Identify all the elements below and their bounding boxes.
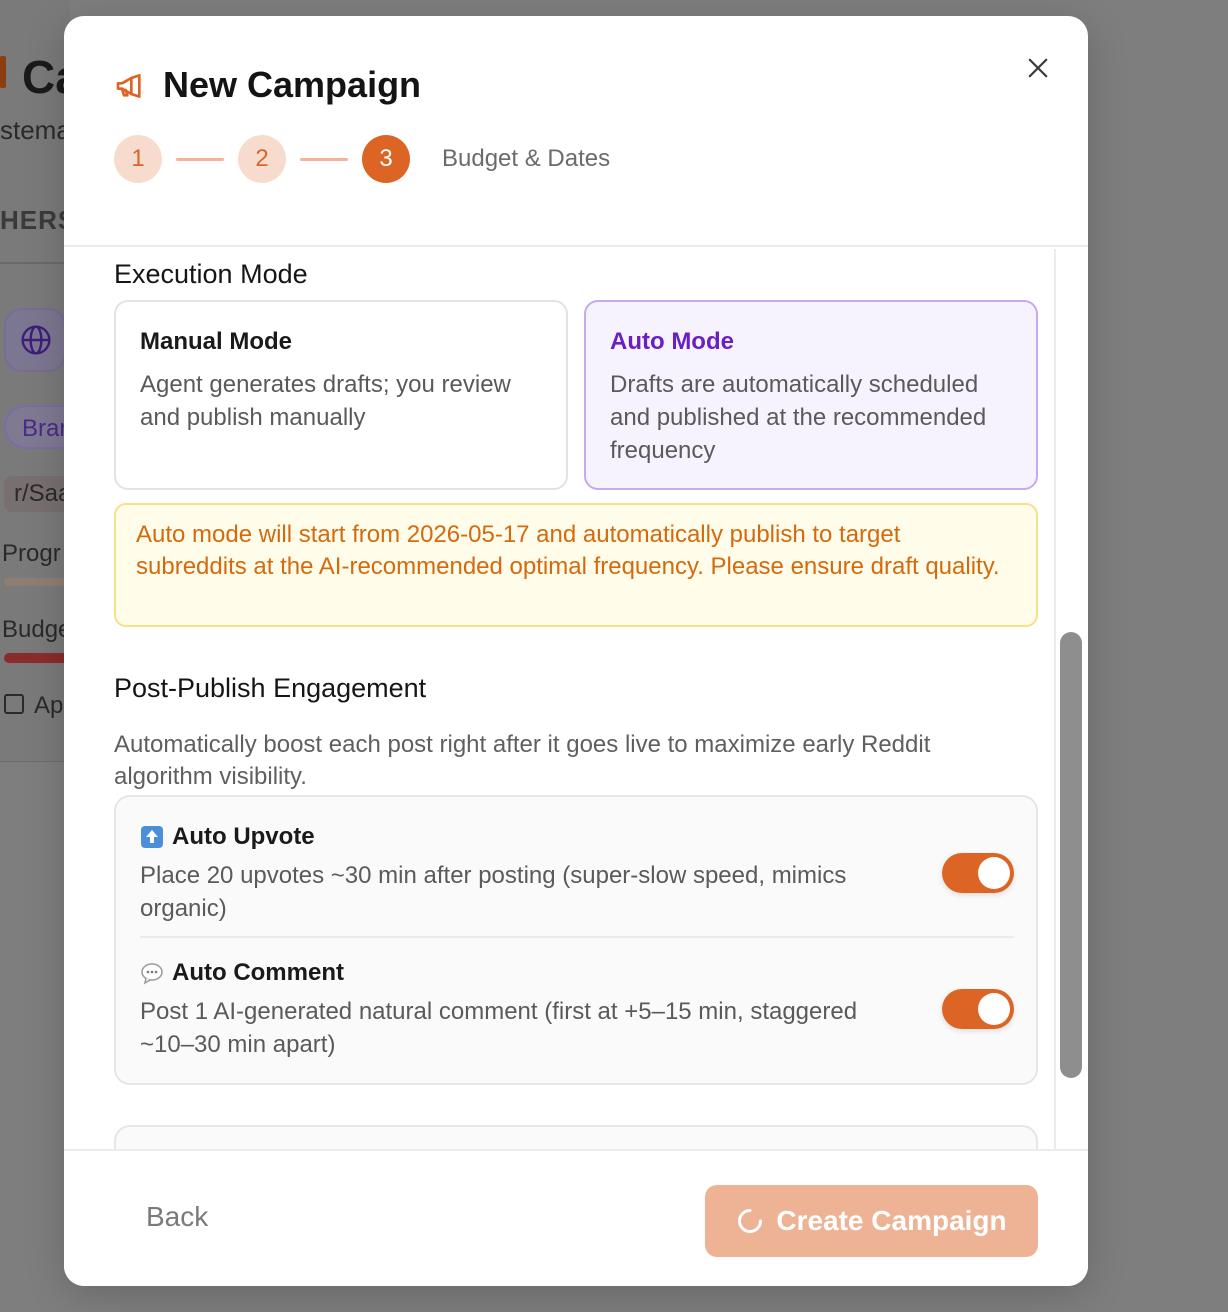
manual-mode-name: Manual Mode bbox=[140, 328, 293, 355]
engagement-desc: Automatically boost each post right afte… bbox=[114, 731, 931, 790]
background-progress-bar bbox=[4, 578, 70, 586]
step-2[interactable]: 2 bbox=[238, 135, 286, 183]
background-budget-bar bbox=[4, 653, 70, 663]
auto-mode-name: Auto Mode bbox=[610, 328, 734, 355]
globe-icon bbox=[21, 325, 51, 355]
auto-comment-title: Auto Comment bbox=[172, 959, 344, 986]
scrollbar-thumb[interactable] bbox=[1060, 632, 1082, 1078]
back-button[interactable]: Back bbox=[146, 1201, 208, 1233]
background-budget-label: Budge bbox=[2, 616, 72, 643]
auto-comment-toggle[interactable] bbox=[942, 989, 1014, 1029]
execution-mode-title: Execution Mode bbox=[114, 259, 308, 289]
current-step-label: Budget & Dates bbox=[442, 145, 611, 172]
megaphone-icon bbox=[116, 74, 141, 98]
manual-mode-desc: Agent generates drafts; you review and p… bbox=[140, 371, 511, 431]
engagement-options: Auto Upvote Place 20 upvotes ~30 min aft… bbox=[114, 795, 1038, 1085]
auto-comment-desc: Post 1 AI-generated natural comment (fir… bbox=[140, 998, 858, 1058]
create-campaign-button[interactable]: Create Campaign bbox=[705, 1185, 1038, 1257]
loading-spinner-icon bbox=[738, 1208, 763, 1233]
modal-title: New Campaign bbox=[163, 64, 422, 105]
background-progress-label: Progr bbox=[2, 540, 61, 567]
speech-bubble-icon bbox=[140, 961, 164, 985]
auto-upvote-row: Auto Upvote Place 20 upvotes ~30 min aft… bbox=[140, 823, 1014, 938]
close-icon bbox=[1028, 58, 1048, 78]
manual-mode-card[interactable]: Manual Mode Agent generates drafts; you … bbox=[114, 300, 568, 490]
auto-mode-card[interactable]: Auto Mode Drafts are automatically sched… bbox=[584, 300, 1038, 490]
background-divider bbox=[0, 262, 70, 264]
background-subtitle: stema bbox=[0, 115, 71, 145]
auto-comment-row: Auto Comment Post 1 AI-generated natural… bbox=[140, 959, 1014, 1074]
engagement-title: Post-Publish Engagement bbox=[114, 673, 427, 703]
step-connector bbox=[176, 157, 224, 161]
auto-upvote-title: Auto Upvote bbox=[172, 823, 315, 850]
background-date-label: Ap bbox=[34, 692, 64, 719]
modal-body: Execution Mode Manual Mode Agent generat… bbox=[64, 249, 1088, 1149]
new-campaign-modal: New Campaign 1 2 3 Budget & Dates Execut… bbox=[64, 16, 1088, 1286]
auto-upvote-toggle[interactable] bbox=[942, 853, 1014, 893]
auto-mode-warning: Auto mode will start from 2026-05-17 and… bbox=[114, 503, 1038, 627]
auto-mode-desc: Drafts are automatically scheduled and p… bbox=[610, 371, 987, 464]
background-globe-button bbox=[4, 308, 66, 372]
step-1[interactable]: 1 bbox=[114, 135, 162, 183]
up-arrow-icon bbox=[140, 825, 164, 849]
create-campaign-label: Create Campaign bbox=[776, 1205, 1007, 1236]
calendar-icon bbox=[4, 694, 24, 714]
modal-header: New Campaign 1 2 3 Budget & Dates bbox=[64, 16, 1088, 247]
stepper: 1 2 3 Budget & Dates bbox=[114, 135, 610, 183]
background-logo bbox=[0, 56, 6, 88]
toggle-knob bbox=[978, 857, 1010, 889]
auto-upvote-desc: Place 20 upvotes ~30 min after posting (… bbox=[140, 862, 847, 922]
step-3[interactable]: 3 bbox=[362, 135, 410, 183]
close-button[interactable] bbox=[1022, 52, 1054, 84]
modal-footer: Back Create Campaign bbox=[64, 1149, 1088, 1286]
scrollbar-track[interactable] bbox=[1054, 249, 1056, 1149]
next-section-card bbox=[114, 1125, 1038, 1149]
step-connector bbox=[300, 157, 348, 161]
toggle-knob bbox=[978, 993, 1010, 1025]
